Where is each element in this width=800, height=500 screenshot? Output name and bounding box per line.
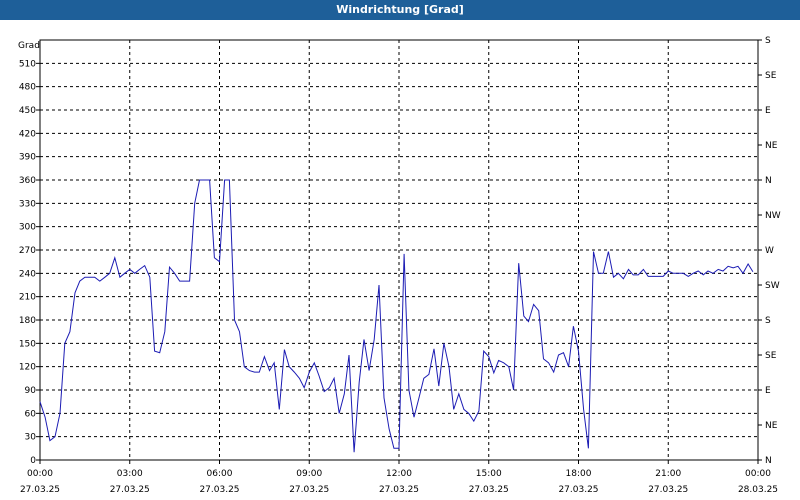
line-chart: Grad 0 30 60 90 120 150 180 210 240 270 300 330 360 3…: [18, 36, 781, 495]
x-tick-date: 27.03.25: [558, 485, 598, 495]
y-tick-label: 180: [19, 316, 36, 326]
x-tick-date: 27.03.25: [289, 485, 329, 495]
right-axis-label: N: [765, 456, 772, 466]
right-axis-label: SE: [765, 351, 777, 361]
x-tick-time: 18:00: [566, 469, 592, 479]
x-tick-time: 00:00: [27, 469, 53, 479]
x-tick-time: 09:00: [296, 469, 322, 479]
right-axis-label: W: [765, 246, 774, 256]
y-tick-label: 420: [19, 129, 36, 139]
x-tick-date: 28.03.25: [738, 485, 778, 495]
x-tick-time: 21:00: [655, 469, 681, 479]
y-tick-label: 210: [19, 293, 36, 303]
right-axis-label: NW: [765, 211, 781, 221]
y-tick-label: 90: [25, 386, 37, 396]
y-tick-label: 30: [25, 433, 37, 443]
chart-title: Windrichtung [Grad]: [0, 0, 800, 20]
y-axis-label: Grad: [18, 41, 40, 51]
x-tick-date: 27.03.25: [199, 485, 239, 495]
y-tick-label: 300: [19, 223, 36, 233]
right-axis-label: N: [765, 176, 772, 186]
x-tick-time: 12:00: [386, 469, 412, 479]
y-tick-label: 270: [19, 246, 36, 256]
y-tick-label: 450: [19, 106, 36, 116]
right-axis-label: S: [765, 316, 771, 326]
y-tick-label: 0: [30, 456, 36, 466]
x-tick-date: 27.03.25: [379, 485, 419, 495]
x-tick-time: 00:00: [745, 469, 771, 479]
y-tick-label: 510: [19, 59, 36, 69]
y-tick-label: 480: [19, 83, 36, 93]
right-axis-label: SE: [765, 71, 777, 81]
y-tick-label: 60: [25, 409, 37, 419]
right-axis-label: SW: [765, 281, 780, 291]
right-axis-label: NE: [765, 421, 778, 431]
right-axis-label: S: [765, 36, 771, 46]
x-tick-date: 27.03.25: [110, 485, 150, 495]
right-axis-label: E: [765, 386, 771, 396]
y-tick-label: 120: [19, 363, 36, 373]
x-tick-date: 27.03.25: [20, 485, 60, 495]
y-tick-label: 150: [19, 339, 36, 349]
right-axis-label: NE: [765, 141, 778, 151]
y-tick-label: 240: [19, 269, 36, 279]
y-tick-label: 390: [19, 153, 36, 163]
y-tick-label: 360: [19, 176, 36, 186]
x-tick-time: 06:00: [207, 469, 233, 479]
x-tick-date: 27.03.25: [648, 485, 688, 495]
y-tick-label: 330: [19, 199, 36, 209]
right-axis-label: E: [765, 106, 771, 116]
series-line: [39, 179, 754, 453]
x-tick-date: 27.03.25: [469, 485, 509, 495]
x-tick-time: 03:00: [117, 469, 143, 479]
x-tick-time: 15:00: [476, 469, 502, 479]
